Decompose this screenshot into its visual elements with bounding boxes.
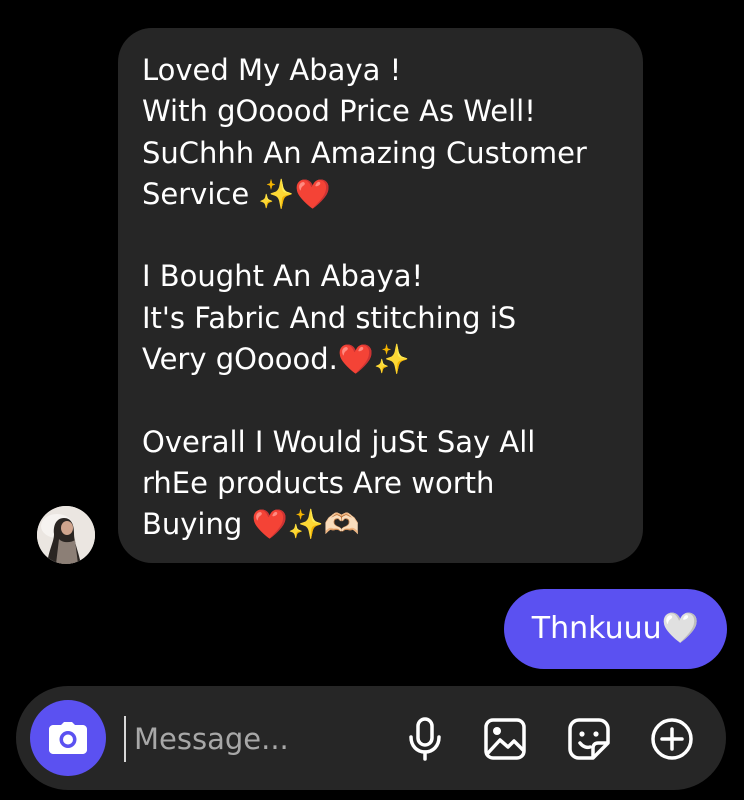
outgoing-message-text: Thnkuuu🤍 <box>531 611 699 646</box>
message-line: I Bought An Abaya! <box>142 259 424 294</box>
add-button[interactable] <box>649 716 695 762</box>
message-line: Loved My Abaya ! <box>142 53 402 87</box>
incoming-message-bubble[interactable]: Loved My Abaya ! With gOoood Price As We… <box>118 28 643 563</box>
message-composer <box>16 686 726 790</box>
sender-avatar[interactable] <box>37 506 95 564</box>
message-line: With gOoood Price As Well! <box>142 94 536 129</box>
microphone-button[interactable] <box>402 716 448 762</box>
microphone-icon <box>409 717 441 761</box>
avatar-image <box>37 506 95 564</box>
message-line: Very gOoood.❤️✨ <box>142 342 411 377</box>
sticker-button[interactable] <box>566 716 612 762</box>
chat-screen: Loved My Abaya ! With gOoood Price As We… <box>0 0 744 800</box>
camera-icon <box>49 722 87 754</box>
add-icon <box>651 718 693 760</box>
message-line: SuChhh An Amazing Customer <box>142 135 587 170</box>
message-line: Buying ❤️✨🫶🏻 <box>142 507 360 542</box>
camera-button[interactable] <box>30 700 106 776</box>
outgoing-message-bubble[interactable]: Thnkuuu🤍 <box>503 589 727 669</box>
message-line: Service ✨❤️ <box>142 176 331 211</box>
message-line: rhEe products Are worth <box>142 465 495 500</box>
sticker-icon <box>568 718 610 760</box>
gallery-icon <box>484 718 526 760</box>
gallery-button[interactable] <box>482 716 528 762</box>
message-line-blank <box>142 215 623 256</box>
message-input[interactable] <box>124 716 374 762</box>
message-line: Overall I Would juSt Say All <box>142 424 536 459</box>
message-line: It's Fabric And stitching iS <box>142 300 517 335</box>
message-line-blank <box>142 380 623 421</box>
